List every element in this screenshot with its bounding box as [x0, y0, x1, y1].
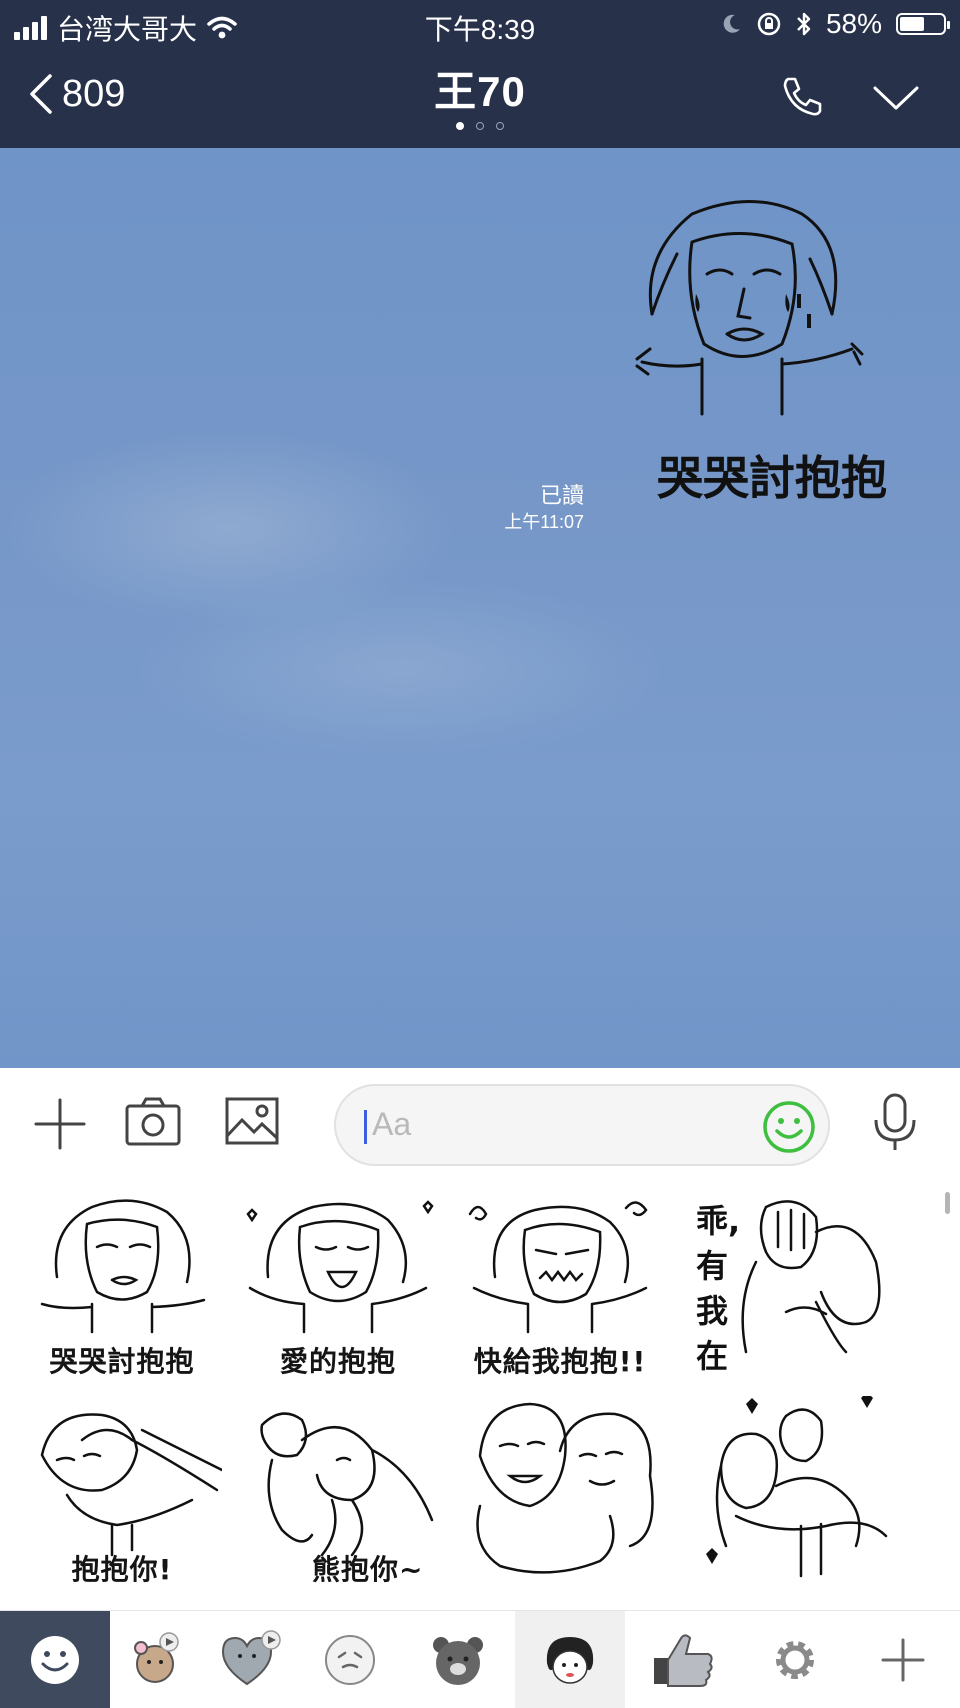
sticker-caption: 熊抱你~: [312, 1553, 424, 1586]
page-indicator: [0, 122, 960, 130]
tab-brown-bear[interactable]: [400, 1611, 515, 1708]
chevron-down-icon: [873, 86, 919, 110]
input-placeholder: Aa: [372, 1106, 412, 1142]
sticker-drawing: [468, 1201, 648, 1334]
tab-emoji[interactable]: [0, 1611, 110, 1708]
page-dot: [496, 122, 504, 130]
status-bar: 台湾大哥大 下午8:39 58%: [0, 0, 960, 48]
microphone-icon: [874, 1093, 916, 1150]
smile-icon: [763, 1101, 815, 1153]
battery-percent: 58%: [825, 8, 882, 39]
sticker-caption: 快給我抱抱!!: [473, 1345, 647, 1378]
svg-text:我: 我: [696, 1292, 728, 1330]
tab-cony-brown[interactable]: [110, 1611, 200, 1708]
plus-icon: [881, 1638, 924, 1681]
svg-text:有: 有: [696, 1247, 728, 1285]
text-caret: [364, 1110, 367, 1144]
sticker-caption: 哭哭討抱抱: [657, 451, 887, 505]
add-button[interactable]: [32, 1096, 88, 1157]
emoji-button[interactable]: [762, 1100, 816, 1159]
svg-text:在: 在: [696, 1337, 728, 1375]
moon-icon: [723, 14, 740, 33]
menu-button[interactable]: [872, 84, 920, 117]
sticker-item[interactable]: 愛的抱抱: [238, 1192, 438, 1382]
tab-add-sticker[interactable]: [845, 1611, 960, 1708]
image-icon: [225, 1097, 279, 1145]
tab-girl[interactable]: [515, 1611, 625, 1708]
call-button[interactable]: [780, 74, 824, 123]
sticker-drawing: [706, 1392, 888, 1578]
rotation-lock-icon: [757, 12, 781, 36]
tab-settings[interactable]: [745, 1611, 845, 1708]
crying-hug-sticker: 哭哭討抱抱: [635, 200, 887, 505]
top-bar: 台湾大哥大 下午8:39 58% 809 王70: [0, 0, 960, 148]
input-bar: Aa: [0, 1068, 960, 1184]
sticker-caption: 哭哭討抱抱: [49, 1345, 195, 1378]
sticker-scrollbar[interactable]: [945, 1192, 950, 1214]
camera-icon: [125, 1097, 181, 1146]
sticker-item[interactable]: 快給我抱抱!!: [460, 1192, 660, 1382]
sticker-panel[interactable]: 哭哭討抱抱 愛的抱抱 快給我抱抱!! 乖, 有 我 在 抱抱你! 熊抱你~: [0, 1184, 960, 1610]
sticker-item[interactable]: [706, 1392, 906, 1586]
sticker-item[interactable]: 哭哭討抱抱: [22, 1192, 222, 1382]
moon-face-icon: [325, 1634, 375, 1685]
bluetooth-icon: [797, 12, 811, 36]
svg-text:乖,: 乖,: [696, 1202, 740, 1240]
sticker-drawing: [40, 1199, 206, 1334]
tab-heart-bear[interactable]: [200, 1611, 300, 1708]
sticker-caption: 抱抱你!: [71, 1553, 173, 1586]
battery-icon: [896, 13, 950, 35]
sticker-caption: 愛的抱抱: [279, 1345, 396, 1378]
girl-face-icon: [546, 1636, 594, 1684]
thumbs-up-icon: [654, 1633, 713, 1687]
brown-bear-icon: [432, 1636, 483, 1685]
tab-thumbs-up[interactable]: [625, 1611, 745, 1708]
voice-button[interactable]: [872, 1092, 918, 1157]
read-receipt: 已讀: [539, 483, 584, 508]
sticker-drawing: [40, 1413, 224, 1557]
page-dot: [456, 122, 464, 130]
cony-brown-icon: [134, 1631, 179, 1683]
sticker-message[interactable]: 哭哭討抱抱: [632, 194, 912, 524]
sticker-drawing: [260, 1412, 434, 1557]
plus-icon: [34, 1098, 86, 1150]
camera-button[interactable]: [124, 1096, 182, 1153]
chat-area[interactable]: 哭哭討抱抱 已讀 上午11:07: [0, 148, 960, 1068]
message-meta: 已讀 上午11:07: [504, 482, 584, 534]
sticker-item[interactable]: [470, 1396, 670, 1586]
page-dot: [476, 122, 484, 130]
tab-moon[interactable]: [300, 1611, 400, 1708]
sticker-item[interactable]: 熊抱你~: [242, 1400, 442, 1590]
sticker-item[interactable]: 乖, 有 我 在: [696, 1192, 896, 1382]
phone-icon: [783, 77, 822, 116]
sticker-drawing: [476, 1402, 654, 1574]
photo-button[interactable]: [224, 1096, 280, 1151]
heart-bear-icon: [221, 1629, 281, 1685]
sticker-item[interactable]: 抱抱你!: [22, 1400, 224, 1590]
message-input[interactable]: Aa: [334, 1084, 830, 1166]
sticker-drawing: 乖, 有 我 在: [696, 1200, 881, 1375]
gear-icon: [776, 1640, 814, 1679]
sticker-tab-bar: [0, 1610, 960, 1708]
smiley-icon: [31, 1635, 79, 1684]
message-time: 上午11:07: [504, 512, 584, 532]
chat-header: 809 王70: [0, 52, 960, 148]
sticker-drawing: [246, 1200, 434, 1334]
